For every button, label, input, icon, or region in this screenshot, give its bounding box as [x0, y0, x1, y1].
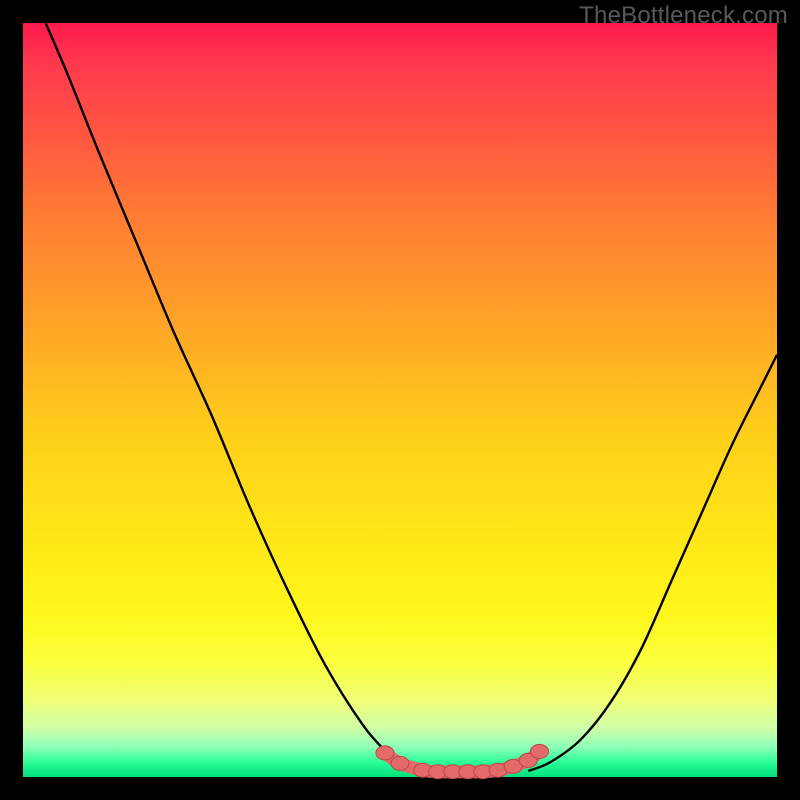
curve-right: [528, 355, 777, 771]
chart-frame: TheBottleneck.com: [0, 0, 800, 800]
chart-svg: [23, 23, 777, 777]
chart-plot-area: [23, 23, 777, 777]
floor-marker: [391, 756, 409, 770]
floor-marker: [531, 744, 549, 758]
watermark-text: TheBottleneck.com: [579, 2, 788, 30]
floor-marker: [376, 746, 394, 760]
floor-markers-group: [376, 744, 549, 778]
curve-left: [46, 23, 416, 771]
